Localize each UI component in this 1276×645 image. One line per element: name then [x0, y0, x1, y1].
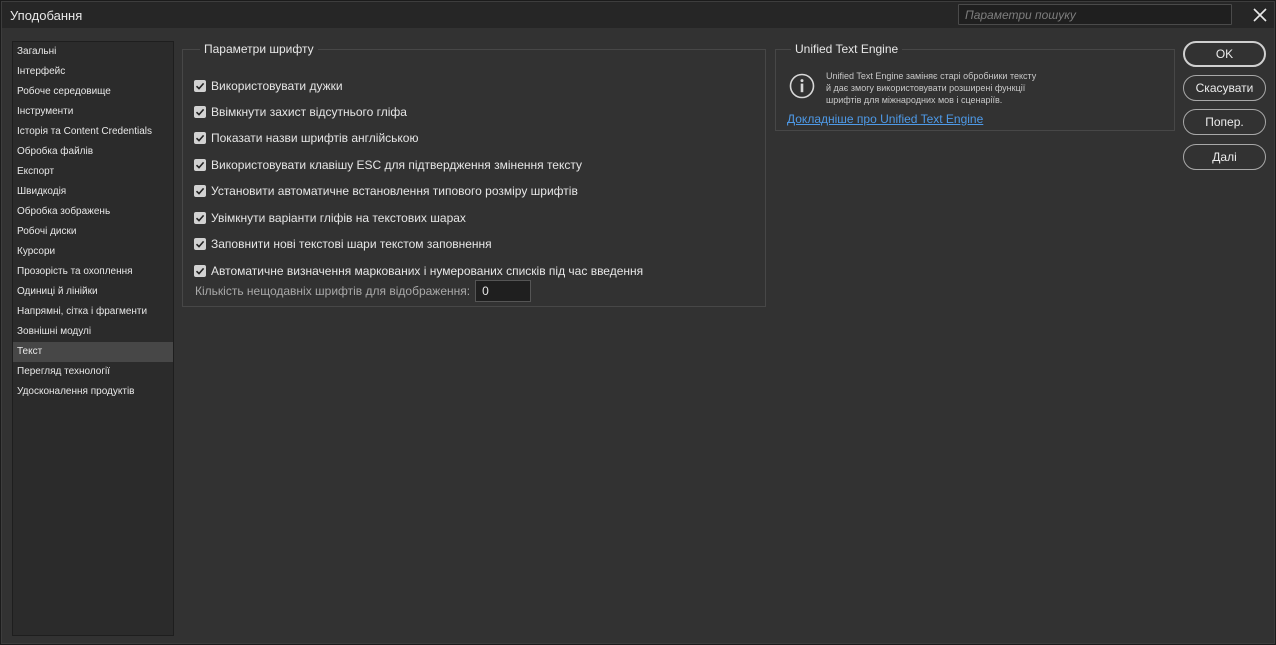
prev-button[interactable]: Попер. — [1183, 109, 1266, 135]
font-option-label: Установити автоматичне встановлення типо… — [211, 184, 578, 198]
dialog-title: Уподобання — [10, 8, 83, 23]
preferences-dialog: Уподобання ЗагальніІнтерфейсРобоче серед… — [1, 1, 1275, 644]
recent-fonts-row: Кількість нещодавніх шрифтів для відобра… — [195, 280, 532, 302]
checkmark-icon — [195, 187, 205, 195]
font-option-checkbox[interactable]: Показати назви шрифтів англійською — [194, 128, 418, 148]
checkbox[interactable] — [194, 159, 206, 171]
title-bar: Уподобання — [2, 2, 1274, 28]
category-list: Загальні Інтерфейс Робоче середовище Інстру… — [13, 42, 173, 402]
checkmark-icon — [195, 134, 205, 142]
recent-fonts-label: Кількість нещодавніх шрифтів для відобра… — [195, 284, 471, 298]
font-option-checkbox[interactable]: Використовувати клавішу ESC для підтверд… — [194, 155, 582, 175]
checkbox[interactable] — [194, 106, 206, 118]
close-icon — [1253, 8, 1267, 22]
font-options-group: Параметри шрифту Використовувати дужки Вв… — [182, 42, 766, 307]
sidebar-item-product-improvement[interactable]: Удосконалення продуктів — [13, 382, 173, 402]
ute-description: Unified Text Engine заміняє старі обробн… — [826, 70, 1086, 106]
category-sidebar: Загальні Інтерфейс Робоче середовище Інстру… — [12, 41, 174, 636]
checkmark-icon — [195, 108, 205, 116]
sidebar-item-general[interactable]: Загальні — [13, 42, 173, 62]
font-option-checkbox[interactable]: Установити автоматичне встановлення типо… — [194, 181, 578, 201]
ute-description-line: й дає змогу використовувати розширені фу… — [826, 83, 1026, 93]
sidebar-item-guides[interactable]: Напрямні, сітка і фрагменти — [13, 302, 173, 322]
sidebar-item-scratch-disks[interactable]: Робочі диски — [13, 222, 173, 242]
font-option-checkbox[interactable]: Використовувати дужки — [194, 76, 343, 96]
close-button[interactable] — [1250, 5, 1270, 25]
ute-learn-more-link[interactable]: Докладніше про Unified Text Engine — [787, 112, 983, 126]
font-option-checkbox[interactable]: Ввімкнути захист відсутнього гліфа — [194, 102, 407, 122]
checkbox[interactable] — [194, 212, 206, 224]
cancel-button[interactable]: Скасувати — [1183, 75, 1266, 101]
font-options-title: Параметри шрифту — [204, 42, 314, 56]
font-option-label: Автоматичне визначення маркованих і нуме… — [211, 264, 644, 278]
checkmark-icon — [195, 240, 205, 248]
sidebar-item-tech-preview[interactable]: Перегляд технології — [13, 362, 173, 382]
sidebar-item-type[interactable]: Текст — [13, 342, 173, 362]
next-button[interactable]: Далі — [1183, 144, 1266, 170]
sidebar-item-history[interactable]: Історія та Content Credentials — [13, 122, 173, 142]
sidebar-item-image-processing[interactable]: Обробка зображень — [13, 202, 173, 222]
ute-description-line: шрифтів для міжнародних мов і сценаріїв. — [826, 95, 1003, 105]
sidebar-item-plugins[interactable]: Зовнішні модулі — [13, 322, 173, 342]
font-option-checkbox[interactable]: Заповнити нові текстові шари текстом зап… — [194, 234, 492, 254]
sidebar-item-cursors[interactable]: Курсори — [13, 242, 173, 262]
sidebar-item-tools[interactable]: Інструменти — [13, 102, 173, 122]
sidebar-item-transparency[interactable]: Прозорість та охоплення — [13, 262, 173, 282]
font-option-label: Увімкнути варіанти гліфів на текстових ш… — [211, 211, 466, 225]
checkbox[interactable] — [194, 132, 206, 144]
checkbox[interactable] — [194, 265, 206, 277]
search-input[interactable] — [958, 4, 1232, 25]
unified-text-engine-group: Unified Text Engine Unified Text Engine … — [775, 42, 1175, 131]
sidebar-item-export[interactable]: Експорт — [13, 162, 173, 182]
font-option-label: Ввімкнути захист відсутнього гліфа — [211, 105, 407, 119]
sidebar-item-file-handling[interactable]: Обробка файлів — [13, 142, 173, 162]
font-option-checkbox[interactable]: Увімкнути варіанти гліфів на текстових ш… — [194, 208, 466, 228]
sidebar-item-workspace[interactable]: Робоче середовище — [13, 82, 173, 102]
font-option-label: Використовувати клавішу ESC для підтверд… — [211, 158, 582, 172]
checkmark-icon — [195, 161, 205, 169]
info-icon — [789, 73, 815, 99]
ute-title: Unified Text Engine — [795, 42, 899, 56]
ute-description-line: Unified Text Engine заміняє старі обробн… — [826, 71, 1037, 81]
checkmark-icon — [195, 214, 205, 222]
font-option-label: Використовувати дужки — [211, 79, 343, 93]
checkbox[interactable] — [194, 185, 206, 197]
checkbox[interactable] — [194, 238, 206, 250]
sidebar-item-interface[interactable]: Інтерфейс — [13, 62, 173, 82]
font-option-label: Показати назви шрифтів англійською — [211, 131, 419, 145]
recent-fonts-field[interactable] — [475, 280, 532, 302]
checkmark-icon — [195, 267, 205, 275]
sidebar-item-performance[interactable]: Швидкодія — [13, 182, 173, 202]
ok-button[interactable]: OK — [1183, 41, 1266, 67]
font-option-label: Заповнити нові текстові шари текстом зап… — [211, 237, 492, 251]
checkmark-icon — [195, 82, 205, 90]
checkbox[interactable] — [194, 80, 206, 92]
font-option-checkbox[interactable]: Автоматичне визначення маркованих і нуме… — [194, 261, 643, 281]
sidebar-item-units[interactable]: Одиниці й лінійки — [13, 282, 173, 302]
